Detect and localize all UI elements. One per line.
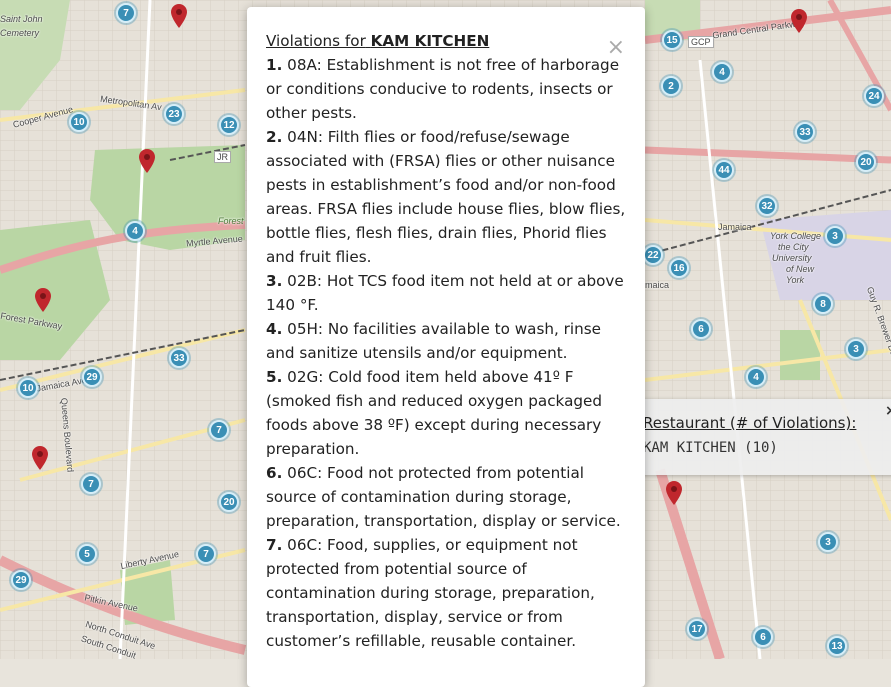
cluster-marker[interactable]: 5 [77, 544, 97, 564]
cluster-marker[interactable]: 4 [712, 62, 732, 82]
modal-title: Violations for KAM KITCHEN [266, 29, 626, 53]
cluster-marker[interactable]: 7 [116, 3, 136, 23]
violation-text: 06C: Food not protected from potential s… [266, 464, 621, 530]
violation-text: 02G: Cold food item held above 41º F (sm… [266, 368, 602, 458]
title-prefix: Violations for [266, 32, 366, 50]
map-label: of New [786, 264, 815, 274]
cluster-marker[interactable]: 33 [169, 348, 189, 368]
popup-header: Restaurant (# of Violations): [643, 414, 857, 432]
cluster-marker[interactable]: 3 [825, 226, 845, 246]
violations-modal: × Violations for KAM KITCHEN 1. 08A: Est… [247, 7, 645, 687]
map-label: Forest [218, 216, 244, 226]
cluster-marker[interactable]: 4 [746, 367, 766, 387]
cluster-marker[interactable]: 23 [164, 104, 184, 124]
cluster-marker[interactable]: 3 [846, 339, 866, 359]
restaurant-popup: Restaurant (# of Violations): KAM KITCHE… [630, 399, 891, 475]
cluster-marker[interactable]: 6 [753, 627, 773, 647]
violation-item: 6. 06C: Food not protected from potentia… [266, 461, 626, 533]
cluster-marker[interactable]: 20 [219, 492, 239, 512]
popup-close-button[interactable]: × [885, 403, 891, 419]
restaurant-name: KAM KITCHEN [370, 32, 490, 50]
popup-restaurant-link[interactable]: KAM KITCHEN (10) [643, 440, 778, 456]
map-label: York College [770, 231, 822, 241]
cluster-marker[interactable]: 7 [196, 544, 216, 564]
map-label: Cemetery [0, 28, 40, 38]
map-label: York [786, 275, 805, 285]
violation-text: 06C: Food, supplies, or equipment not pr… [266, 536, 595, 650]
cluster-marker[interactable]: 29 [82, 367, 102, 387]
violation-item: 7. 06C: Food, supplies, or equipment not… [266, 533, 626, 653]
map-label: GCP [688, 36, 714, 48]
map-label: Jamaica [718, 222, 752, 232]
violation-number: 1. [266, 56, 283, 74]
restaurant-pin-icon[interactable] [139, 149, 155, 173]
restaurant-pin-icon[interactable] [171, 4, 187, 28]
cluster-marker[interactable]: 10 [69, 112, 89, 132]
cluster-marker[interactable]: 8 [813, 294, 833, 314]
cluster-marker[interactable]: 22 [643, 245, 663, 265]
cluster-marker[interactable]: 32 [757, 196, 777, 216]
violation-text: 02B: Hot TCS food item not held at or ab… [266, 272, 624, 314]
cluster-marker[interactable]: 12 [219, 115, 239, 135]
cluster-marker[interactable]: 7 [209, 420, 229, 440]
restaurant-pin-icon[interactable] [791, 9, 807, 33]
map-label: University [772, 253, 812, 263]
cluster-marker[interactable]: 3 [818, 532, 838, 552]
cluster-marker[interactable]: 17 [687, 619, 707, 639]
restaurant-pin-icon[interactable] [35, 288, 51, 312]
cluster-marker[interactable]: 10 [18, 378, 38, 398]
cluster-marker[interactable]: 44 [714, 160, 734, 180]
cluster-marker[interactable]: 16 [669, 258, 689, 278]
map-label: Saint John [0, 14, 43, 24]
violation-number: 2. [266, 128, 283, 146]
violation-item: 2. 04N: Filth flies or food/refuse/sewag… [266, 125, 626, 269]
map-label: the City [778, 242, 809, 252]
restaurant-pin-icon[interactable] [666, 481, 682, 505]
cluster-marker[interactable]: 6 [691, 319, 711, 339]
violation-number: 4. [266, 320, 283, 338]
cluster-marker[interactable]: 4 [125, 221, 145, 241]
cluster-marker[interactable]: 20 [856, 152, 876, 172]
violation-number: 3. [266, 272, 283, 290]
violation-text: 04N: Filth flies or food/refuse/sewage a… [266, 128, 626, 266]
map-label: maica [645, 280, 670, 290]
cluster-marker[interactable]: 33 [795, 122, 815, 142]
violation-number: 5. [266, 368, 283, 386]
cluster-marker[interactable]: 7 [81, 474, 101, 494]
restaurant-pin-icon[interactable] [32, 446, 48, 470]
cluster-marker[interactable]: 29 [11, 570, 31, 590]
violation-item: 1. 08A: Establishment is not free of har… [266, 53, 626, 125]
violations-list: Violations for KAM KITCHEN 1. 08A: Estab… [266, 29, 626, 653]
cluster-marker[interactable]: 13 [827, 636, 847, 656]
map-label: JR [214, 151, 231, 163]
violation-number: 7. [266, 536, 283, 554]
violation-number: 6. [266, 464, 283, 482]
cluster-marker[interactable]: 15 [662, 30, 682, 50]
cluster-marker[interactable]: 24 [864, 86, 884, 106]
violation-text: 08A: Establishment is not free of harbor… [266, 56, 620, 122]
cluster-marker[interactable]: 2 [661, 76, 681, 96]
violation-item: 5. 02G: Cold food item held above 41º F … [266, 365, 626, 461]
violation-item: 4. 05H: No facilities available to wash,… [266, 317, 626, 365]
violation-text: 05H: No facilities available to wash, ri… [266, 320, 601, 362]
violation-item: 3. 02B: Hot TCS food item not held at or… [266, 269, 626, 317]
